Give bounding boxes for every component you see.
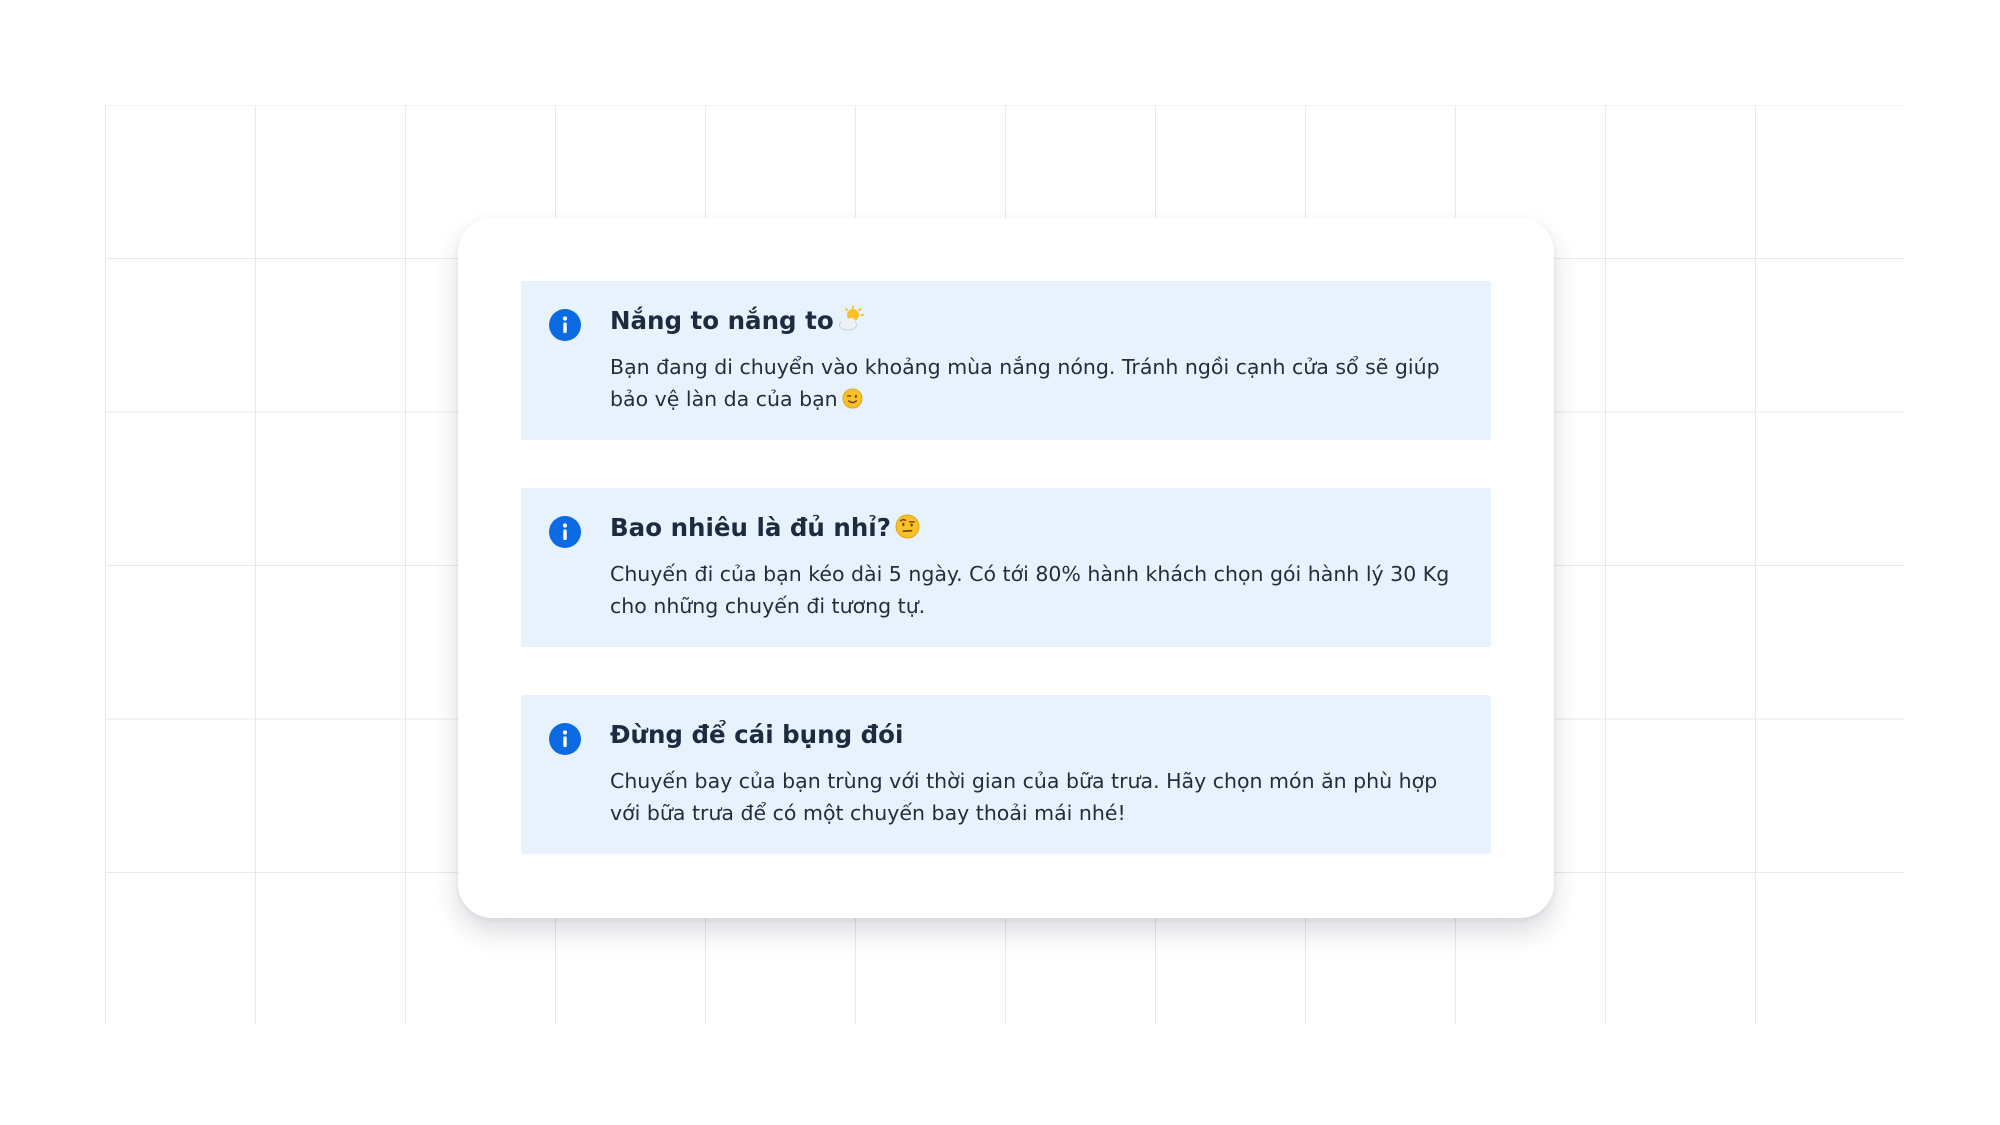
notice-title: Đừng để cái bụng đói xyxy=(610,720,904,749)
notice-title: Nắng to nắng to xyxy=(610,303,1467,339)
notice-description: Chuyến đi của bạn kéo dài 5 ngày. Có tới… xyxy=(610,562,1450,618)
notice-sunny-weather: Nắng to nắng to Bạn đang di chuyển vào k… xyxy=(521,281,1491,440)
notice-meal-suggestion: Đừng để cái bụng đói Chuyến bay của bạn … xyxy=(521,695,1491,854)
notice-description: Bạn đang di chuyển vào khoảng mùa nắng n… xyxy=(610,355,1440,411)
info-icon xyxy=(549,723,581,755)
notice-baggage-suggestion: Bao nhiêu là đủ nhỉ? Chuyến đi của bạn k… xyxy=(521,488,1491,647)
winking-face-icon xyxy=(842,388,863,409)
notice-description: Chuyến bay của bạn trùng với thời gian c… xyxy=(610,769,1438,825)
sun-behind-cloud-icon xyxy=(838,306,864,331)
info-icon xyxy=(549,516,581,548)
face-with-raised-eyebrow-icon xyxy=(895,514,920,539)
info-icon xyxy=(549,309,581,341)
notice-card: Nắng to nắng to Bạn đang di chuyển vào k… xyxy=(458,218,1554,918)
notice-title: Bao nhiêu là đủ nhỉ? xyxy=(610,510,1467,546)
